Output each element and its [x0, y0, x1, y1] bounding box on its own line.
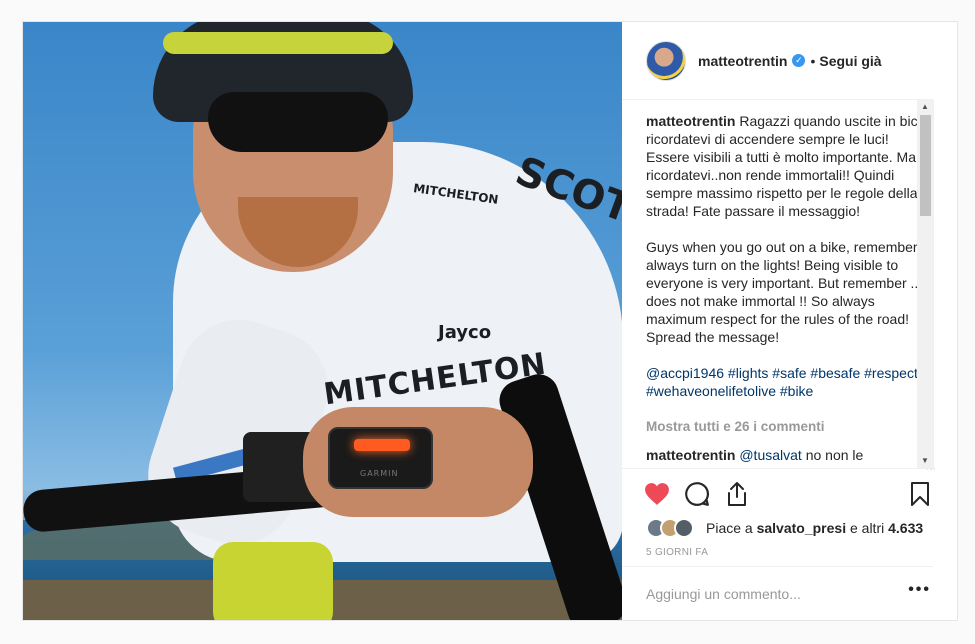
add-comment-input[interactable]: Aggiungi un commento... — [646, 586, 801, 602]
liker-avatar — [674, 518, 694, 538]
more-options-icon[interactable]: ••• — [908, 581, 931, 599]
share-icon[interactable] — [724, 481, 750, 507]
show-all-comments-link[interactable]: Mostra tutti e 26 i commenti — [646, 418, 936, 436]
bookmark-icon[interactable] — [907, 481, 933, 507]
post-timestamp[interactable]: 5 GIORNI FA — [646, 547, 708, 558]
add-comment-bar: Aggiungi un commento... ••• — [622, 566, 933, 620]
post-header: matteotrentin ✓ • Segui già — [622, 22, 933, 100]
comment-text: no non le — [801, 447, 864, 463]
post-sidebar: matteotrentin ✓ • Segui già matteotrenti… — [622, 22, 957, 620]
helmet-stripe — [163, 32, 393, 54]
comment-mention[interactable]: @tusalvat — [739, 447, 801, 463]
verified-icon: ✓ — [792, 54, 806, 67]
header-username[interactable]: matteotrentin — [698, 53, 787, 69]
comments-scrollbar[interactable]: ▲ ▼ — [917, 99, 934, 468]
bike-light-device: GARMIN — [328, 427, 433, 489]
likes-summary: Piace a salvato_presi e altri 4.633 — [646, 516, 923, 540]
likes-prefix: Piace a — [706, 520, 753, 536]
scroll-down-icon[interactable]: ▼ — [921, 456, 929, 465]
comment-username[interactable]: matteotrentin — [646, 447, 735, 463]
comments-list: matteotrentin Ragazzi quando uscite in b… — [646, 112, 936, 470]
comment-item: matteotrentin @tusalvat no non le — [646, 446, 936, 464]
follow-button[interactable]: Segui già — [819, 53, 881, 69]
jersey-text-sponsor: Jayco — [438, 322, 492, 343]
header-separator: • — [810, 52, 816, 69]
caption-tags[interactable]: @accpi1946 #lights #safe #besafe #respec… — [646, 364, 936, 400]
likes-count[interactable]: 4.633 — [888, 520, 923, 536]
post-photo[interactable]: MITCHELTON SCOTT Jayco MITCHELTON GARMIN — [23, 22, 622, 620]
rider-glasses — [208, 92, 388, 152]
scroll-up-icon[interactable]: ▲ — [921, 102, 929, 111]
likes-user[interactable]: salvato_presi — [757, 520, 847, 536]
liker-avatars[interactable] — [646, 518, 694, 538]
light-leds — [354, 439, 410, 451]
scrollbar-thumb[interactable] — [920, 115, 931, 216]
instagram-post: MITCHELTON SCOTT Jayco MITCHELTON GARMIN… — [22, 21, 958, 621]
device-brand: GARMIN — [360, 469, 399, 478]
bike-frame — [213, 542, 333, 620]
avatar[interactable] — [646, 40, 686, 81]
heart-icon[interactable] — [644, 481, 670, 507]
likes-middle: e altri — [849, 520, 885, 536]
caption-username[interactable]: matteotrentin — [646, 113, 735, 129]
caption-text-en: Guys when you go out on a bike, remember… — [646, 239, 933, 345]
comment-icon[interactable] — [684, 481, 710, 507]
action-bar — [622, 468, 933, 518]
caption: matteotrentin Ragazzi quando uscite in b… — [646, 112, 936, 220]
